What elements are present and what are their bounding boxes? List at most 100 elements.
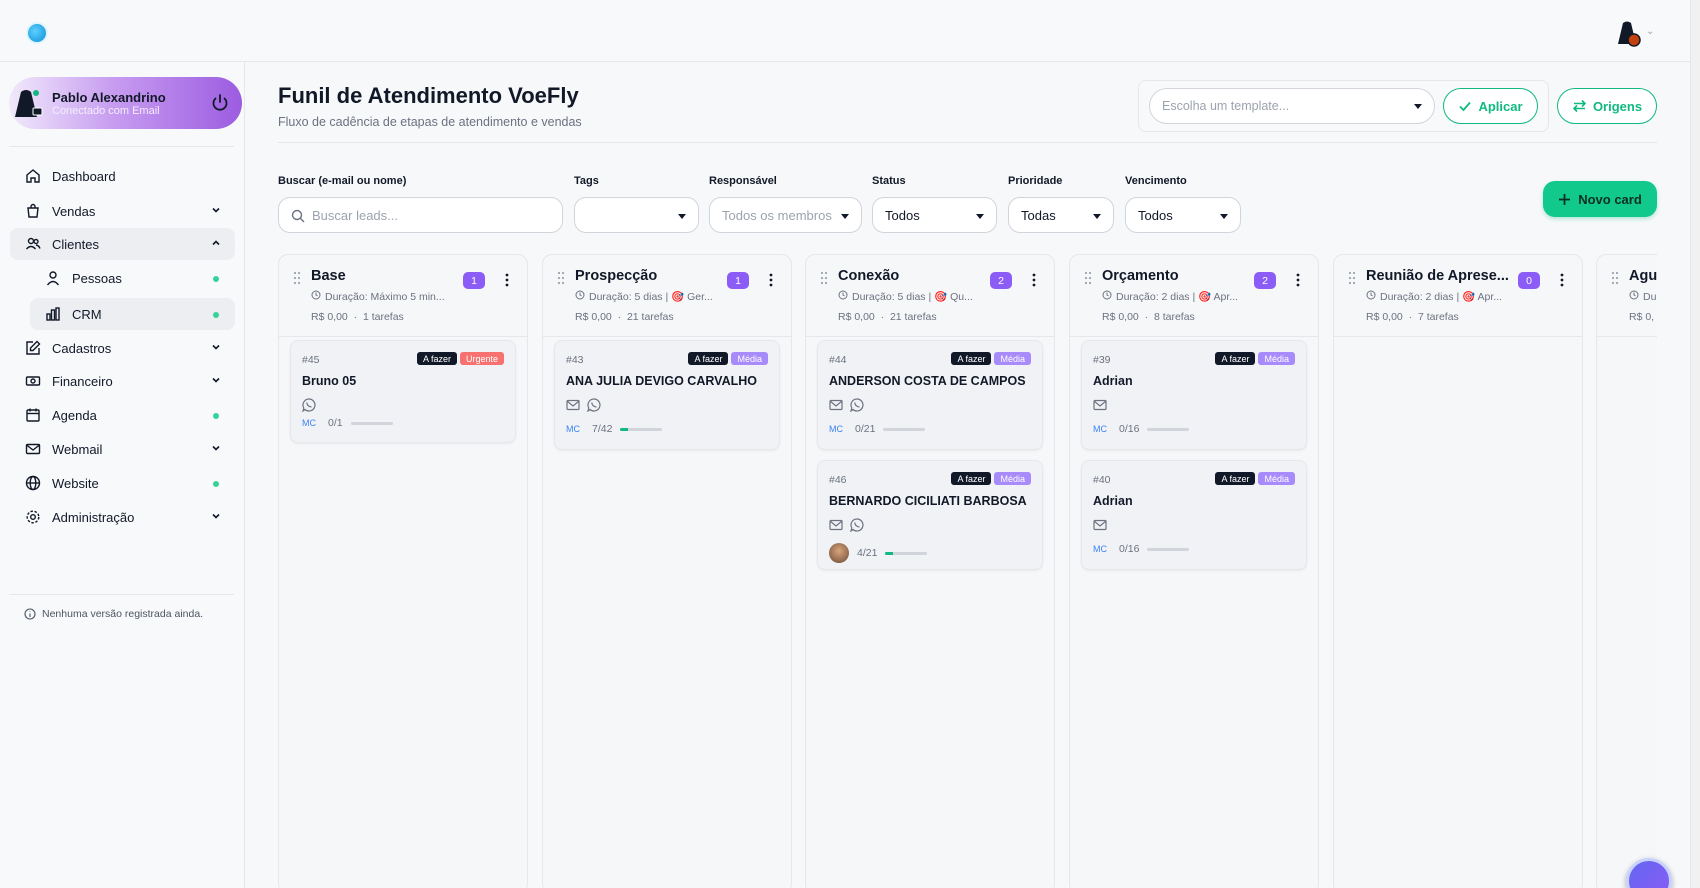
sidebar: Pablo Alexandrino Conectado com Email Da…	[0, 62, 245, 888]
user-card[interactable]: Pablo Alexandrino Conectado com Email	[9, 77, 242, 129]
plus-icon	[1559, 193, 1571, 205]
user-menu-chevron-icon[interactable]: ⌄	[1646, 26, 1654, 37]
card-contact-icons	[566, 398, 601, 417]
more-vertical-icon[interactable]	[505, 273, 509, 287]
card-progress-bar	[883, 427, 926, 431]
column-meta: R$ 0,00 · 21 tarefas	[838, 311, 937, 323]
column-count-badge: 1	[463, 272, 485, 289]
page-title: Funil de Atendimento VoeFly	[278, 83, 579, 108]
caret-down-icon	[841, 214, 849, 219]
mail-icon[interactable]	[1093, 398, 1107, 416]
sidebar-item-clientes[interactable]: Clientes	[10, 228, 235, 260]
bar-chart-icon	[44, 305, 62, 323]
mail-icon[interactable]	[566, 398, 580, 417]
whatsapp-icon[interactable]	[301, 398, 316, 417]
clock-icon	[1366, 290, 1376, 303]
status-select[interactable]: Todos	[872, 197, 997, 233]
card-contact-icons	[301, 398, 316, 417]
whatsapp-icon[interactable]	[849, 518, 864, 537]
chevron-down-icon	[212, 344, 220, 350]
sidebar-item-crm[interactable]: CRM	[30, 298, 235, 330]
sidebar-item-administracao[interactable]: Administração	[10, 501, 235, 533]
sidebar-item-cadastros[interactable]: Cadastros	[10, 332, 235, 364]
window-scrollbar[interactable]	[1690, 0, 1700, 888]
drag-handle-icon[interactable]	[1084, 271, 1092, 285]
sidebar-item-dashboard[interactable]: Dashboard	[10, 160, 235, 192]
more-vertical-icon[interactable]	[1032, 273, 1036, 287]
mail-icon[interactable]	[829, 518, 843, 537]
drag-handle-icon[interactable]	[1611, 271, 1619, 285]
kanban-column[interactable]: Reunião de Aprese... 0 Duração: 2 dias | …	[1333, 254, 1583, 888]
swap-icon	[1572, 99, 1587, 113]
card-progress-text: 0/21	[855, 423, 876, 435]
template-select[interactable]: Escolha um template...	[1149, 88, 1435, 124]
search-placeholder: Buscar leads...	[312, 207, 398, 223]
lead-card[interactable]: #39 A fazer Média Adrian MC 0/16	[1081, 340, 1307, 450]
kanban-column[interactable]: Base 1 Duração: Máximo 5 min... R$ 0,00 ·…	[278, 254, 528, 888]
lead-card[interactable]: #45 A fazer Urgente Bruno 05 MC 0/1	[290, 340, 516, 443]
mail-icon[interactable]	[1093, 518, 1107, 536]
apply-button[interactable]: Aplicar	[1443, 88, 1538, 124]
lead-card[interactable]: #46 A fazer Média BERNARDO CICILIATI BARB…	[817, 460, 1043, 570]
drag-handle-icon[interactable]	[557, 271, 565, 285]
column-duration: Duração: 5 dias | 🎯 Qu...	[838, 290, 973, 303]
whatsapp-icon[interactable]	[849, 398, 864, 417]
priority-select[interactable]: Todas	[1008, 197, 1114, 233]
power-icon[interactable]	[210, 93, 230, 113]
status-label: Status	[872, 175, 906, 187]
card-id: #46	[829, 474, 847, 486]
lead-card[interactable]: #44 A fazer Média ANDERSON COSTA DE CAMPO…	[817, 340, 1043, 450]
template-placeholder: Escolha um template...	[1162, 99, 1290, 113]
lead-card[interactable]: #43 A fazer Média ANA JULIA DEVIGO CARVAL…	[554, 340, 780, 450]
due-select[interactable]: Todos	[1125, 197, 1241, 233]
sidebar-item-vendas[interactable]: Vendas	[10, 195, 235, 227]
card-progress-text: 0/16	[1119, 423, 1140, 435]
globe-icon	[24, 474, 42, 492]
card-badge: Urgente	[459, 352, 504, 365]
sidebar-item-pessoas[interactable]: Pessoas	[30, 262, 235, 294]
drag-handle-icon[interactable]	[820, 271, 828, 285]
whatsapp-icon[interactable]	[586, 398, 601, 417]
responsible-select[interactable]: Todos os membros	[709, 197, 862, 233]
sidebar-item-website[interactable]: Website	[10, 467, 235, 499]
search-input[interactable]: Buscar leads...	[278, 197, 563, 233]
card-name: ANA JULIA DEVIGO CARVALHO	[566, 374, 757, 388]
card-progress-fill	[620, 427, 628, 431]
tags-select[interactable]	[574, 197, 699, 233]
priority-value: Todas	[1021, 207, 1056, 223]
sidebar-divider	[9, 594, 234, 595]
caret-down-icon	[1093, 214, 1101, 219]
column-duration: Duração: 2 dias | 🎯 Apr...	[1366, 290, 1502, 303]
responsible-value: Todos os membros	[722, 207, 832, 223]
drag-handle-icon[interactable]	[293, 271, 301, 285]
calendar-icon	[24, 406, 42, 424]
column-header: Prospecção 1 Duração: 5 dias | 🎯 Ger... R…	[543, 255, 791, 337]
kanban-column[interactable]: Orçamento 2 Duração: 2 dias | 🎯 Apr... R$…	[1069, 254, 1319, 888]
drag-handle-icon[interactable]	[1348, 271, 1356, 285]
card-footer: 4/21	[829, 543, 928, 563]
status-value: Todos	[885, 207, 920, 223]
more-vertical-icon[interactable]	[769, 273, 773, 287]
sidebar-item-financeiro[interactable]: Financeiro	[10, 365, 235, 397]
kanban-column[interactable]: Conexão 2 Duração: 5 dias | 🎯 Qu... R$ 0,…	[805, 254, 1055, 888]
user-name: Pablo Alexandrino	[52, 90, 166, 105]
kanban-column[interactable]: Prospecção 1 Duração: 5 dias | 🎯 Ger... R…	[542, 254, 792, 888]
mail-icon[interactable]	[829, 398, 843, 417]
sidebar-item-webmail[interactable]: Webmail	[10, 433, 235, 465]
app-logo[interactable]	[26, 22, 48, 44]
card-progress-text: 0/16	[1119, 543, 1140, 555]
user-avatar-top[interactable]	[1612, 18, 1642, 48]
more-vertical-icon[interactable]	[1560, 273, 1564, 287]
lead-card[interactable]: #40 A fazer Média Adrian MC 0/16	[1081, 460, 1307, 570]
mail-icon	[24, 440, 42, 458]
new-card-button[interactable]: Novo card	[1543, 181, 1657, 217]
kanban-column[interactable]: Agu Dur R$ 0,	[1596, 254, 1657, 888]
card-badge: Média	[731, 352, 768, 365]
sidebar-item-agenda[interactable]: Agenda	[10, 399, 235, 431]
more-vertical-icon[interactable]	[1296, 273, 1300, 287]
origins-button[interactable]: Origens	[1557, 88, 1657, 124]
sidebar-item-label: Website	[52, 475, 99, 491]
column-count-badge: 2	[990, 272, 1012, 289]
sidebar-item-label: Clientes	[52, 236, 99, 252]
chevron-down-icon	[212, 513, 220, 519]
